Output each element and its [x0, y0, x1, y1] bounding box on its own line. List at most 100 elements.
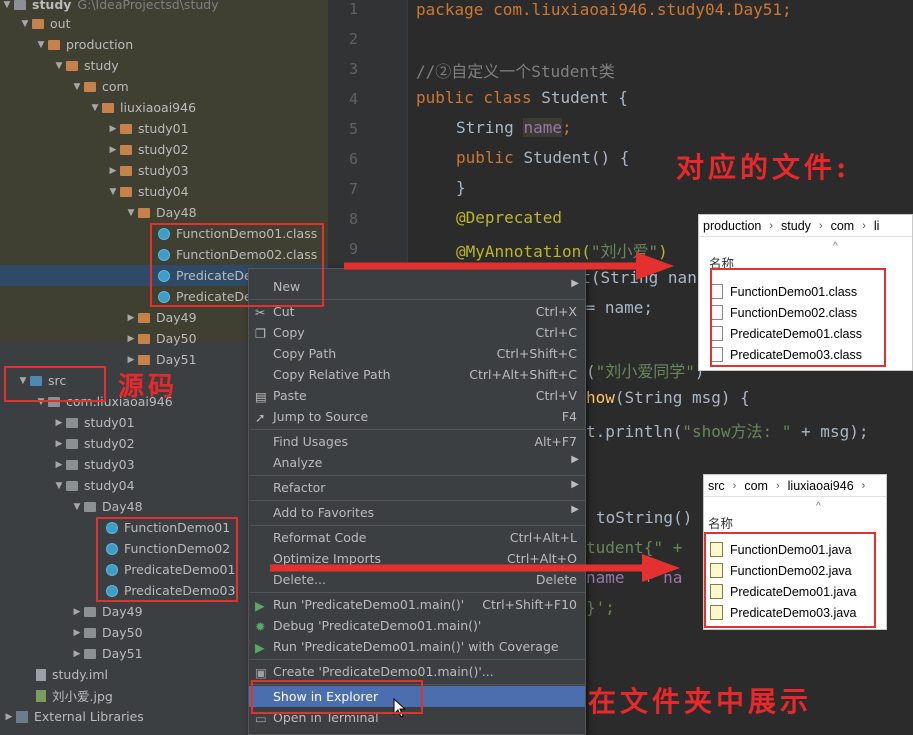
folder-icon: [120, 144, 132, 155]
breadcrumb-item[interactable]: com: [744, 479, 768, 493]
run-icon: ▶: [255, 598, 265, 613]
menu-item-refactor[interactable]: Refactor ▶: [249, 477, 585, 498]
collapse-arrow-icon[interactable]: ▶: [106, 124, 120, 134]
collapse-arrow-icon[interactable]: ▶: [70, 607, 84, 617]
menu-separator: [250, 525, 585, 526]
breadcrumb-separator-icon: ›: [732, 479, 737, 492]
menu-separator: [250, 429, 585, 430]
menu-item-debug[interactable]: ✹ Debug 'PredicateDemo01.main()': [249, 615, 585, 636]
package-icon: [84, 627, 96, 638]
breadcrumb-item[interactable]: liuxiaoai946: [788, 479, 854, 493]
folder-icon: [32, 18, 44, 29]
annotation-source-code: 源码: [118, 372, 179, 402]
package-icon: [84, 501, 96, 512]
tree-item-study02[interactable]: ▶ study02: [0, 139, 328, 160]
collapse-arrow-icon[interactable]: ▶: [124, 334, 138, 344]
code-line: public Student() {: [456, 148, 630, 167]
menu-item-find-usages[interactable]: Find Usages Alt+F7: [249, 431, 585, 452]
breadcrumb-separator-icon: ›: [861, 479, 866, 492]
expand-arrow-icon[interactable]: ▼: [52, 61, 66, 71]
expand-arrow-icon[interactable]: ▼: [70, 82, 84, 92]
breadcrumb-item[interactable]: li: [874, 219, 880, 233]
tree-item-production[interactable]: ▼ production: [0, 34, 328, 55]
menu-separator: [250, 659, 585, 660]
expand-arrow-icon[interactable]: ▼: [124, 208, 138, 218]
line-number: 2: [348, 30, 358, 48]
collapse-arrow-icon[interactable]: ▶: [70, 649, 84, 659]
highlight-box-explorer-java-files: [704, 532, 876, 628]
collapse-arrow-icon[interactable]: ▶: [124, 355, 138, 365]
code-line: how(String msg) {: [586, 388, 750, 407]
expand-arrow-icon[interactable]: ▼: [0, 0, 14, 10]
folder-icon: [138, 207, 150, 218]
submenu-arrow-icon: ▶: [571, 504, 579, 515]
expand-arrow-icon[interactable]: ▼: [106, 187, 120, 197]
breadcrumb-item[interactable]: src: [708, 479, 725, 493]
highlight-box-show-in-explorer: [251, 680, 423, 714]
collapse-arrow-icon[interactable]: ▶: [52, 460, 66, 470]
breadcrumb: production › study › com › li: [699, 215, 912, 237]
menu-item-run[interactable]: ▶ Run 'PredicateDemo01.main()' Ctrl+Shift+…: [249, 594, 585, 615]
folder-icon: [102, 102, 114, 113]
tree-item-out[interactable]: ▼ out: [0, 13, 328, 34]
tree-item-study03[interactable]: ▶ study03: [0, 160, 328, 181]
menu-item-paste[interactable]: ▤ Paste Ctrl+V: [249, 385, 585, 406]
collapse-arrow-icon[interactable]: ▶: [2, 712, 16, 722]
code-line: = name;: [576, 298, 654, 317]
tree-item-com[interactable]: ▼ com: [0, 76, 328, 97]
package-icon: [84, 606, 96, 617]
collapse-arrow-icon[interactable]: ▶: [52, 418, 66, 428]
red-arrow-icon: [270, 554, 680, 582]
tree-item-study01[interactable]: ▶ study01: [0, 118, 328, 139]
line-number: 5: [348, 120, 358, 138]
menu-item-copy-relative-path[interactable]: Copy Relative Path Ctrl+Alt+Shift+C: [249, 364, 585, 385]
tree-item-study04[interactable]: ▼ study04: [0, 181, 328, 202]
menu-item-copy[interactable]: ❐ Copy Ctrl+C: [249, 322, 585, 343]
column-header-name[interactable]: 名称: [708, 513, 733, 532]
menu-item-copy-path[interactable]: Copy Path Ctrl+Shift+C: [249, 343, 585, 364]
tree-item-liuxiaoai946[interactable]: ▼ liuxiaoai946: [0, 97, 328, 118]
code-line: String name;: [456, 118, 572, 137]
menu-item-jump-to-source[interactable]: ➚ Jump to Source F4: [249, 406, 585, 427]
folder-icon: [66, 60, 78, 71]
collapse-arrow-icon[interactable]: ▶: [70, 628, 84, 638]
red-arrow-icon: [344, 252, 674, 280]
expand-arrow-icon[interactable]: ▼: [52, 481, 66, 491]
breadcrumb-item[interactable]: com: [831, 219, 855, 233]
line-number: 7: [348, 180, 358, 198]
code-line: //②自定义一个Student类: [416, 62, 615, 81]
breadcrumb-separator-icon: ›: [775, 479, 780, 492]
annotation-show-in-folder: 在文件夹中展示: [588, 685, 813, 718]
folder-icon: [84, 81, 96, 92]
collapse-arrow-icon[interactable]: ▶: [52, 439, 66, 449]
breadcrumb-item[interactable]: study: [781, 219, 811, 233]
code-line: ("刘小爱同学"): [586, 362, 705, 381]
breadcrumb-separator-icon: ›: [769, 219, 774, 232]
collapse-arrow-icon[interactable]: ▶: [106, 166, 120, 176]
tree-item-day48[interactable]: ▼ Day48: [0, 202, 328, 223]
collapse-arrow-icon[interactable]: ▶: [106, 145, 120, 155]
menu-item-add-to-favorites[interactable]: Add to Favorites ▶: [249, 502, 585, 523]
code-line: }';: [586, 598, 615, 617]
menu-item-create-configuration[interactable]: ▣ Create 'PredicateDemo01.main()'...: [249, 661, 585, 682]
package-icon: [66, 417, 78, 428]
menu-item-run-with-coverage[interactable]: ▶ Run 'PredicateDemo01.main()' with Cover…: [249, 636, 585, 657]
expand-arrow-icon[interactable]: ▼: [70, 502, 84, 512]
package-icon: [66, 459, 78, 470]
line-number: 8: [348, 210, 358, 228]
highlight-box-explorer-class-files: [710, 268, 886, 367]
line-number: 6: [348, 150, 358, 168]
code-line: @Deprecated: [456, 208, 562, 227]
expand-arrow-icon[interactable]: ▼: [34, 40, 48, 50]
collapse-arrow-icon[interactable]: ▶: [124, 313, 138, 323]
expand-arrow-icon[interactable]: ▼: [88, 103, 102, 113]
package-icon: [66, 438, 78, 449]
expand-arrow-icon[interactable]: ▼: [18, 19, 32, 29]
menu-item-analyze[interactable]: Analyze ▶: [249, 452, 585, 473]
tree-item-study[interactable]: ▼ study: [0, 55, 328, 76]
breadcrumb-separator-icon: ›: [818, 219, 823, 232]
breadcrumb-item[interactable]: production: [703, 219, 761, 233]
submenu-arrow-icon: ▶: [571, 454, 579, 465]
line-number: 4: [348, 90, 358, 108]
menu-item-reformat-code[interactable]: Reformat Code Ctrl+Alt+L: [249, 527, 585, 548]
